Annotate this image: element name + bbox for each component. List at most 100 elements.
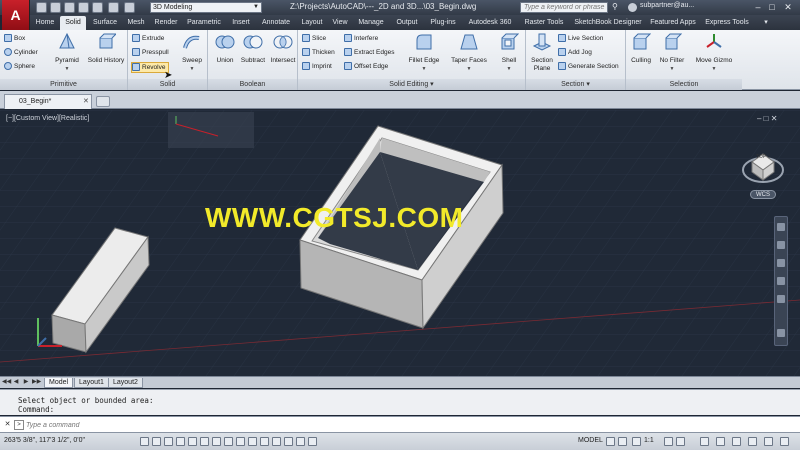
extract-edges-button[interactable]: Extract Edges [344,48,394,57]
new-file-icon[interactable] [36,2,47,13]
undo-icon[interactable] [108,2,119,13]
hardware-acceleration-icon[interactable] [732,437,741,446]
culling-button[interactable]: Culling [628,32,654,65]
ribbon-options-icon[interactable]: ▾ [758,16,774,30]
redo-icon[interactable] [124,2,135,13]
shell-button[interactable]: Shell ▼ [496,32,522,73]
new-tab-button[interactable] [96,96,110,107]
solid-history-button[interactable]: Solid History [86,32,126,65]
taper-faces-button[interactable]: Taper Faces ▼ [448,32,490,73]
generate-section-button[interactable]: Generate Section [558,62,619,71]
tab-mesh[interactable]: Mesh [124,16,148,30]
model-space-toggle[interactable]: MODEL [578,437,603,444]
tab-output[interactable]: Output [392,16,422,30]
dynamic-ucs-icon[interactable] [236,437,245,446]
thicken-button[interactable]: Thicken [302,48,335,57]
save-icon[interactable] [64,2,75,13]
minimize-icon[interactable]: – [752,1,764,13]
object-snap-tracking-icon[interactable] [224,437,233,446]
annotation-visibility-icon[interactable] [664,437,673,446]
workspace-switching-icon[interactable] [700,437,709,446]
section-plane-button[interactable]: Section Plane [528,32,556,73]
tab-insert[interactable]: Insert [228,16,254,30]
ortho-mode-icon[interactable] [176,437,185,446]
viewport-controls-label[interactable]: [−][Custom View][Realistic] [6,115,89,122]
print-icon[interactable] [92,2,103,13]
pyramid-button[interactable]: Pyramid ▼ [50,32,84,73]
command-input[interactable] [26,419,786,431]
close-icon[interactable]: ✕ [3,420,12,429]
intersect-button[interactable]: Intersect [268,32,298,65]
tab-layout[interactable]: Layout [298,16,326,30]
object-snap-icon[interactable] [200,437,209,446]
cylinder-button[interactable]: Cylinder [4,48,38,57]
search-input[interactable] [520,2,608,13]
quick-view-drawings-icon[interactable] [618,437,627,446]
open-file-icon[interactable] [50,2,61,13]
box-button[interactable]: Box [4,34,25,43]
lineweight-icon[interactable] [260,437,269,446]
interfere-button[interactable]: Interfere [344,34,378,43]
live-section-button[interactable]: Live Section [558,34,603,43]
tab-view[interactable]: View [330,16,350,30]
slice-button[interactable]: Slice [302,34,326,43]
save-as-icon[interactable] [78,2,89,13]
wcs-menu[interactable]: WCS [750,190,776,199]
tab-parametric[interactable]: Parametric [184,16,224,30]
next-layout-icon[interactable]: ▶ [22,378,30,387]
tab-surface[interactable]: Surface [90,16,120,30]
prev-layout-icon[interactable]: ◀ [12,378,20,387]
viewcube-icon[interactable] [738,140,788,190]
tab-home[interactable]: Home [34,16,56,30]
command-prompt-icon[interactable]: > [14,420,24,430]
quick-view-layouts-icon[interactable] [606,437,615,446]
annotation-scale-icon[interactable] [632,437,641,446]
union-button[interactable]: Union [212,32,238,65]
subtract-button[interactable]: Subtract [238,32,268,65]
snap-mode-icon[interactable] [152,437,161,446]
tab-autodesk-360[interactable]: Autodesk 360 [464,16,516,30]
add-jog-button[interactable]: Add Jog [558,48,592,57]
tab-annotate[interactable]: Annotate [258,16,294,30]
dynamic-input-icon[interactable] [248,437,257,446]
file-tab[interactable]: 03_Begin* ✕ [4,94,92,109]
lock-icon[interactable] [716,437,725,446]
drawing-viewport[interactable]: [−][Custom View][Realistic] – □ ✕ WWW.CG… [0,110,800,376]
filter-button[interactable]: No Filter ▼ [656,32,688,73]
move-gizmo-button[interactable]: Move Gizmo ▼ [694,32,734,73]
tab-layout1[interactable]: Layout1 [74,378,109,388]
tab-layout2[interactable]: Layout2 [108,378,143,388]
imprint-button[interactable]: Imprint [302,62,332,71]
nav-bar-menu-icon[interactable] [777,329,785,337]
tab-featured-apps[interactable]: Featured Apps [648,16,698,30]
showmotion-icon[interactable] [777,295,785,303]
tab-model[interactable]: Model [44,378,74,388]
presspull-button[interactable]: Presspull [132,48,169,57]
close-tab-icon[interactable]: ✕ [83,95,91,109]
isolate-objects-icon[interactable] [748,437,757,446]
tab-manage[interactable]: Manage [354,16,388,30]
grid-display-icon[interactable] [164,437,173,446]
steering-wheel-icon[interactable] [777,223,785,231]
workspace-select[interactable]: 3D Modeling ▼ [150,2,262,13]
sphere-button[interactable]: Sphere [4,62,35,71]
user-name[interactable]: subpartner@au... [640,2,694,9]
tab-solid[interactable]: Solid [60,16,86,30]
fillet-edge-button[interactable]: Fillet Edge ▼ [406,32,442,73]
tab-sketchbook-designer[interactable]: SketchBook Designer [572,16,644,30]
annotation-monitor-icon[interactable] [308,437,317,446]
coordinates-readout[interactable]: 263'5 3/8", 117'3 1/2", 0'0" [4,437,85,444]
tab-render[interactable]: Render [152,16,180,30]
offset-edge-button[interactable]: Offset Edge [344,62,388,71]
transparency-icon[interactable] [272,437,281,446]
tab-express-tools[interactable]: Express Tools [702,16,752,30]
orbit-icon[interactable] [777,277,785,285]
quick-properties-icon[interactable] [284,437,293,446]
infer-constraints-icon[interactable] [140,437,149,446]
auto-scale-icon[interactable] [676,437,685,446]
application-menu-logo[interactable]: A [2,0,30,31]
last-layout-icon[interactable]: ▶▶ [32,378,41,387]
pan-icon[interactable] [777,241,785,249]
clean-screen-icon[interactable] [780,437,789,446]
tab-raster-tools[interactable]: Raster Tools [520,16,568,30]
